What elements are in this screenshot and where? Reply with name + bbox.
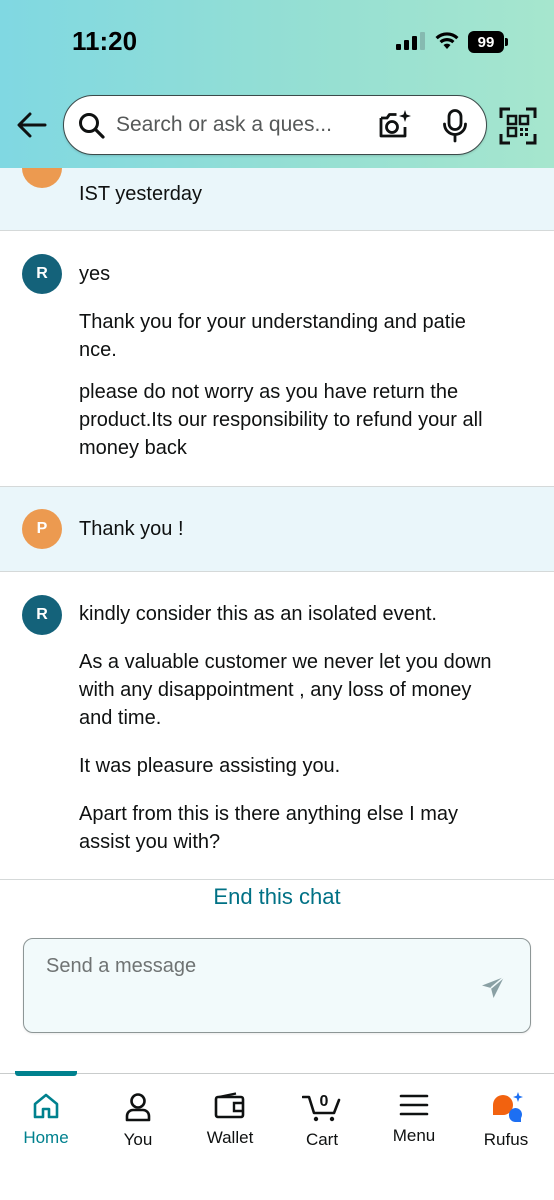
- nav-rufus[interactable]: Rufus: [460, 1074, 552, 1174]
- search-input[interactable]: [116, 106, 361, 144]
- camera-lens-icon[interactable]: [377, 109, 411, 141]
- message-text: with any disappointment , any loss of mo…: [79, 679, 472, 701]
- nav-you[interactable]: You: [92, 1074, 184, 1174]
- home-icon: [33, 1093, 59, 1119]
- message-text: Apart from this is there anything else I…: [79, 803, 459, 825]
- message-text: It was pleasure assisting you.: [79, 755, 341, 777]
- nav-label: Menu: [392, 1126, 436, 1145]
- nav-label: Wallet: [206, 1128, 254, 1147]
- nav-label: Rufus: [483, 1130, 529, 1149]
- wifi-icon: [435, 32, 459, 49]
- back-arrow-icon[interactable]: [16, 110, 48, 140]
- send-icon[interactable]: [480, 975, 506, 1001]
- message-text: please do not worry as you have return t…: [79, 381, 459, 403]
- nav-menu[interactable]: Menu: [368, 1074, 460, 1174]
- nav-home[interactable]: Home: [0, 1074, 92, 1174]
- cart-count: 0: [320, 1093, 329, 1110]
- message-text: assist you with?: [79, 831, 221, 853]
- menu-icon: [399, 1094, 429, 1116]
- bottom-navigation: Home You Wallet 0 Cart Menu Rufus: [0, 1071, 554, 1200]
- chat-message-agent: R yes Thank you for your understanding a…: [0, 231, 554, 486]
- message-text: yes: [79, 263, 111, 285]
- end-chat-link[interactable]: End this chat: [0, 880, 554, 914]
- message-text: product.Its our responsibility to refund…: [79, 409, 483, 431]
- message-text: Thank you !: [79, 518, 184, 540]
- user-avatar: P: [22, 509, 62, 549]
- chat-transcript[interactable]: IST yesterday R yes Thank you for your u…: [0, 168, 554, 880]
- wallet-icon: [214, 1092, 245, 1119]
- search-icon: [79, 113, 105, 139]
- nav-cart[interactable]: 0 Cart: [276, 1074, 368, 1174]
- message-text: money back: [79, 437, 187, 459]
- app-header: 11:20 99: [0, 0, 554, 168]
- message-text: and time.: [79, 707, 162, 729]
- agent-avatar: R: [22, 595, 62, 635]
- battery-icon: 99: [468, 31, 508, 53]
- chat-message-agent: R kindly consider this as an isolated ev…: [0, 572, 554, 880]
- nav-label: Home: [23, 1128, 69, 1147]
- message-text: kindly consider this as an isolated even…: [79, 603, 437, 625]
- search-bar[interactable]: [63, 95, 487, 155]
- qr-scan-icon[interactable]: [499, 107, 537, 145]
- nav-label: Cart: [305, 1130, 339, 1149]
- status-time: 11:20: [72, 26, 138, 56]
- nav-wallet[interactable]: Wallet: [184, 1074, 276, 1174]
- nav-label: You: [123, 1130, 153, 1149]
- chat-message-user: P Thank you !: [0, 486, 554, 572]
- person-icon: [125, 1093, 151, 1122]
- battery-tip: [505, 38, 508, 46]
- agent-avatar: R: [22, 254, 62, 294]
- user-avatar: [22, 168, 62, 188]
- message-text: Thank you for your understanding and pat…: [79, 311, 466, 333]
- cellular-signal-icon: [396, 32, 425, 50]
- rufus-icon: [493, 1092, 523, 1122]
- cart-icon: 0: [302, 1093, 341, 1122]
- message-composer[interactable]: [23, 938, 531, 1033]
- message-text: IST yesterday: [79, 183, 203, 205]
- microphone-icon[interactable]: [442, 109, 468, 143]
- battery-level: 99: [468, 31, 504, 53]
- message-input[interactable]: [46, 955, 466, 1015]
- message-text: As a valuable customer we never let you …: [79, 651, 492, 673]
- message-text: nce.: [79, 339, 117, 361]
- chat-message-user-partial: IST yesterday: [0, 168, 554, 231]
